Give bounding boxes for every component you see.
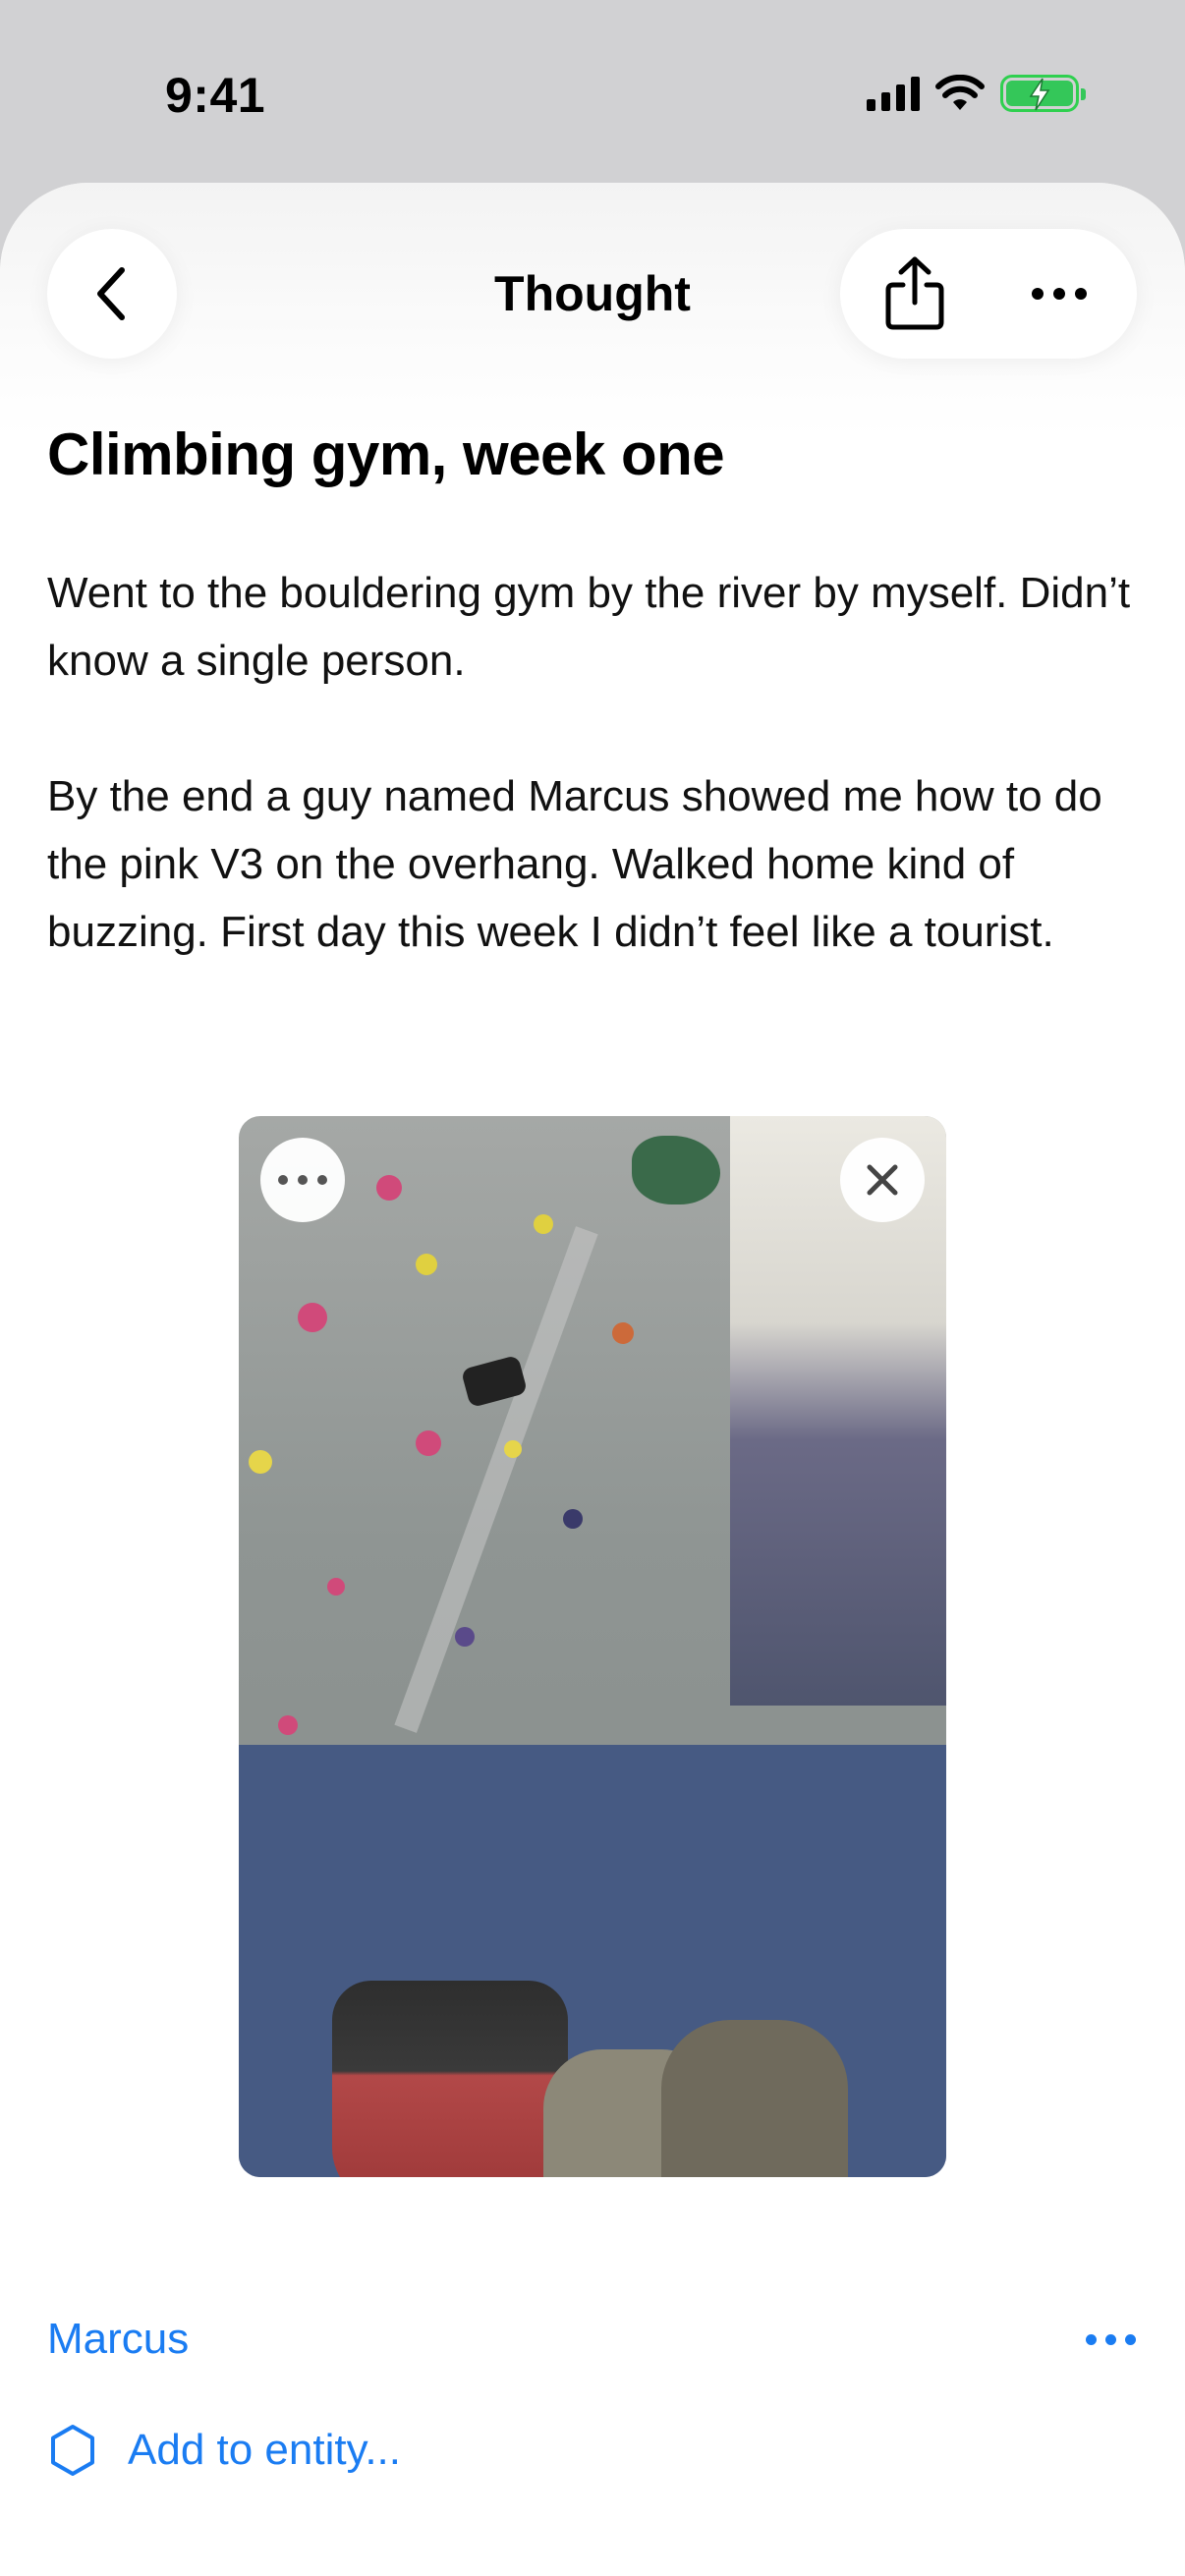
hexagon-icon [51,2425,94,2476]
photo-options-button[interactable] [260,1138,345,1222]
note-paragraph: Went to the bouldering gym by the river … [47,569,1131,685]
status-time: 9:41 [165,68,266,123]
battery-icon [1000,75,1086,112]
cellular-signal-icon [867,76,920,111]
add-to-entity-button[interactable]: Add to entity... [47,2423,401,2478]
status-bar: 9:41 [0,0,1185,187]
note-title[interactable]: Climbing gym, week one [47,420,725,488]
ellipsis-icon [1086,2334,1136,2345]
climbing-shoe [661,2020,848,2177]
add-to-entity-label: Add to entity... [128,2426,402,2474]
nav-actions [840,229,1137,359]
wifi-icon [935,75,985,110]
entity-link[interactable]: Marcus [47,2315,189,2363]
entity-options-button[interactable] [1086,2334,1136,2345]
note-body[interactable]: Went to the bouldering gym by the river … [47,559,1148,966]
close-icon [867,1164,898,1196]
share-icon [885,256,944,330]
note-sheet: Thought Climbing gym, week one Went to t… [0,183,1185,2576]
attached-photo[interactable] [239,1116,946,2177]
ellipsis-icon [278,1175,327,1185]
share-button[interactable] [875,251,954,337]
status-icons [867,75,1086,112]
more-options-button[interactable] [1015,268,1103,319]
chalk-bag [332,1981,568,2177]
ellipsis-icon [1032,288,1087,300]
note-paragraph: By the end a guy named Marcus showed me … [47,772,1102,956]
linked-entity-row: Marcus [47,2315,1136,2374]
remove-photo-button[interactable] [840,1138,925,1222]
